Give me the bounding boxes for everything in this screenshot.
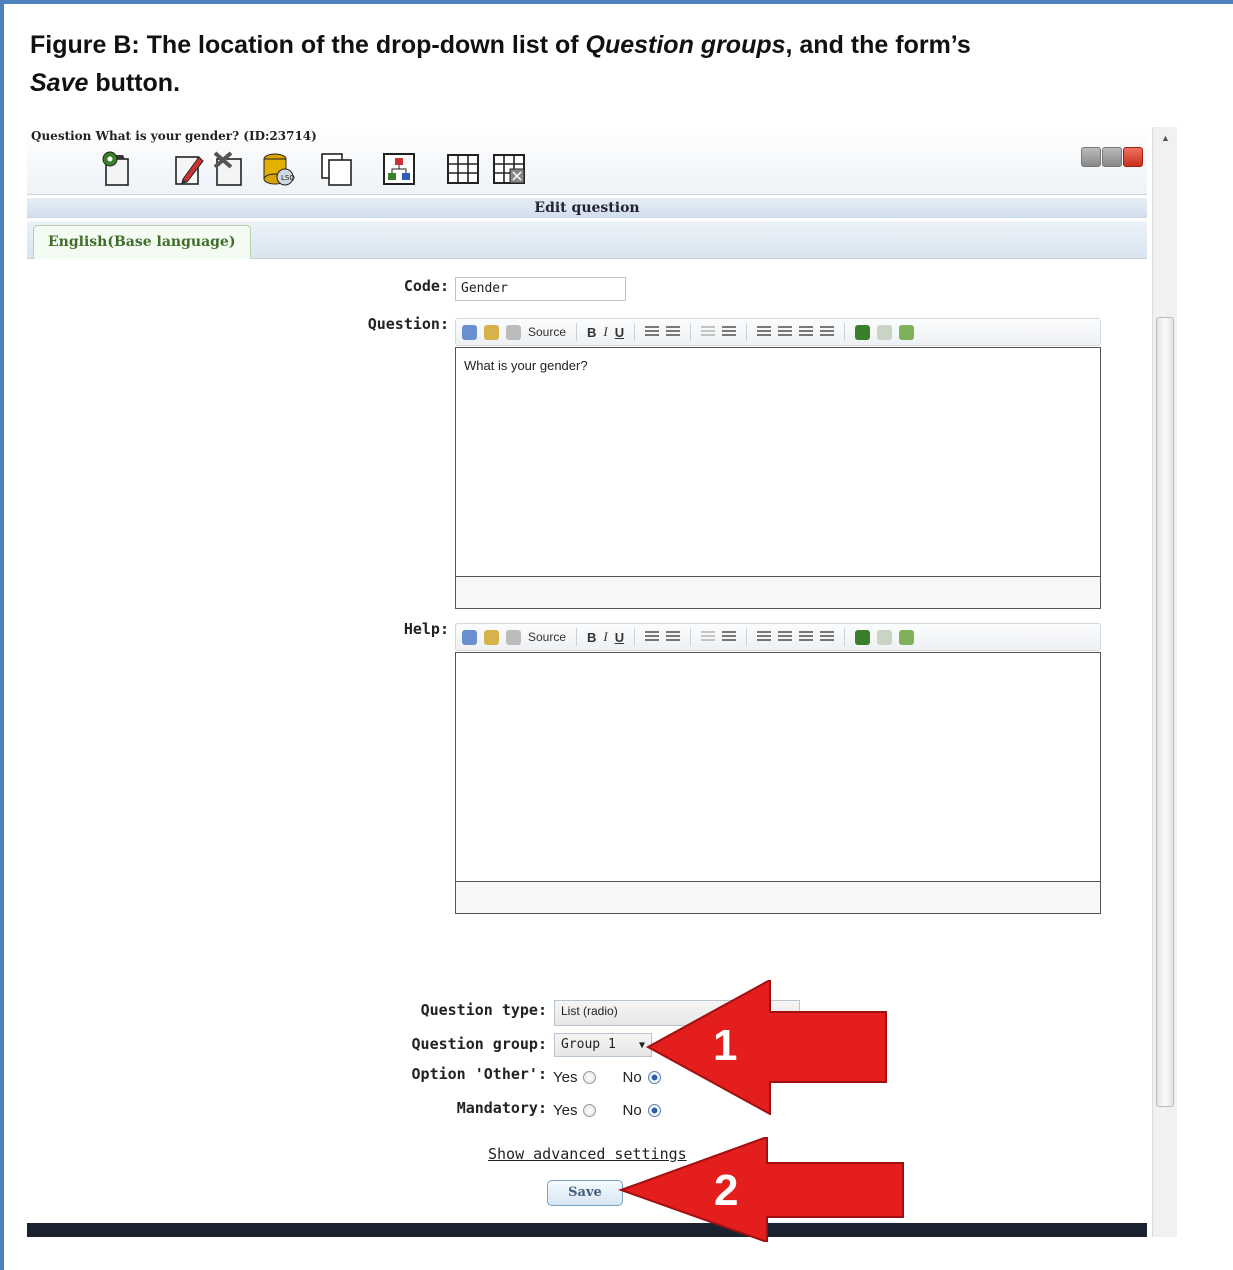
placeholder-icon[interactable]: [484, 324, 499, 340]
image-icon[interactable]: [899, 629, 915, 645]
annotation-arrow-2: 2: [618, 1137, 904, 1242]
tab-english-base-language[interactable]: English(Base language): [33, 225, 251, 259]
toolbar-separator: [844, 628, 846, 646]
image-icon[interactable]: [899, 324, 915, 340]
window-controls: [1081, 147, 1143, 167]
export-lsq-icon[interactable]: LSQ: [260, 151, 296, 187]
source-button[interactable]: Source: [528, 630, 566, 644]
code-label: Code:: [403, 277, 449, 295]
underline-button[interactable]: U: [615, 325, 624, 340]
source-button[interactable]: Source: [528, 325, 566, 339]
align-center-icon[interactable]: [778, 326, 793, 338]
mandatory-label: Mandatory:: [456, 1099, 547, 1117]
numbered-list-icon[interactable]: [645, 326, 660, 338]
toolbar-separator: [690, 628, 692, 646]
option-other-yes-label: Yes: [553, 1069, 578, 1086]
bulleted-list-icon[interactable]: [666, 326, 681, 338]
vertical-scrollbar[interactable]: ▲: [1152, 127, 1177, 1237]
question-settings-icon[interactable]: [99, 151, 135, 187]
italic-button[interactable]: I: [603, 629, 607, 645]
caption-emphasis-save: Save: [30, 69, 89, 97]
delete-icon[interactable]: [211, 151, 247, 187]
code-input[interactable]: Gender: [455, 277, 626, 301]
mandatory-yes-radio[interactable]: [583, 1104, 597, 1117]
edit-icon[interactable]: [171, 151, 207, 187]
caption-text-end: button.: [88, 69, 181, 97]
link-icon[interactable]: [855, 629, 871, 645]
taskbar: [27, 1223, 1147, 1237]
help-editor-status-bar: [455, 882, 1101, 914]
minimize-button[interactable]: [1081, 147, 1101, 167]
placeholder-icon[interactable]: [484, 629, 499, 645]
toolbar-separator: [690, 323, 692, 341]
maximize-button[interactable]: [1102, 147, 1122, 167]
toolbar-separator: [576, 323, 578, 341]
toolbar-separator: [576, 628, 578, 646]
annotation-arrow-1: 1: [645, 980, 887, 1115]
align-right-icon[interactable]: [799, 326, 814, 338]
toolbar-separator: [844, 323, 846, 341]
toolbar-separator: [634, 323, 636, 341]
screenshot: Question What is your gender? (ID:23714)…: [27, 127, 1177, 1237]
indent-icon[interactable]: [722, 326, 737, 338]
align-right-icon[interactable]: [799, 631, 814, 643]
link-icon[interactable]: [855, 324, 871, 340]
caption-text: Figure B: The location of the drop-down …: [30, 31, 586, 59]
svg-text:LSQ: LSQ: [281, 174, 295, 182]
question-editor-toolbar: Source B I U: [455, 318, 1101, 346]
caption-emphasis-question-groups: Question groups: [585, 31, 786, 59]
window-title: Question What is your gender? (ID:23714): [31, 129, 317, 143]
toolbar-separator: [634, 628, 636, 646]
toolbar-separator: [746, 628, 748, 646]
panel-title: Edit question: [27, 198, 1147, 218]
media-icon[interactable]: [462, 324, 477, 340]
question-text-editor[interactable]: What is your gender?: [455, 347, 1101, 577]
conditions-icon[interactable]: [381, 151, 417, 187]
underline-button[interactable]: U: [615, 630, 624, 645]
scrollbar-thumb[interactable]: [1156, 317, 1174, 1107]
source-icon[interactable]: [506, 629, 521, 645]
subquestion-grid-icon[interactable]: [491, 151, 527, 187]
toolbar-separator: [746, 323, 748, 341]
answer-grid-icon[interactable]: [445, 151, 481, 187]
copy-icon[interactable]: [319, 151, 355, 187]
close-button[interactable]: [1123, 147, 1143, 167]
justify-icon[interactable]: [820, 631, 835, 643]
question-label: Question:: [367, 315, 449, 333]
numbered-list-icon[interactable]: [645, 631, 660, 643]
bold-button[interactable]: B: [587, 630, 596, 645]
language-tabs: English(Base language): [27, 221, 1147, 259]
outdent-icon[interactable]: [701, 326, 716, 338]
question-header: Question What is your gender? (ID:23714)…: [27, 127, 1147, 195]
justify-icon[interactable]: [820, 326, 835, 338]
media-icon[interactable]: [462, 629, 477, 645]
caption-text-mid: , and the form’s: [785, 31, 971, 59]
arrow-1-number: 1: [713, 1021, 737, 1070]
unlink-icon[interactable]: [877, 629, 893, 645]
indent-icon[interactable]: [722, 631, 737, 643]
align-left-icon[interactable]: [757, 631, 772, 643]
figure-caption: Figure B: The location of the drop-down …: [30, 26, 1210, 102]
scroll-up-icon[interactable]: ▲: [1161, 133, 1170, 143]
outdent-icon[interactable]: [701, 631, 716, 643]
question-editor-status-bar: [455, 577, 1101, 609]
italic-button[interactable]: I: [603, 324, 607, 340]
bulleted-list-icon[interactable]: [666, 631, 681, 643]
source-icon[interactable]: [506, 324, 521, 340]
option-other-yes-radio[interactable]: [583, 1071, 597, 1084]
help-editor-toolbar: Source B I U: [455, 623, 1101, 651]
align-left-icon[interactable]: [757, 326, 772, 338]
arrow-2-number: 2: [714, 1166, 738, 1215]
align-center-icon[interactable]: [778, 631, 793, 643]
option-other-label: Option 'Other':: [411, 1065, 547, 1083]
question-group-label: Question group:: [411, 1035, 547, 1053]
unlink-icon[interactable]: [877, 324, 893, 340]
mandatory-yes-label: Yes: [553, 1102, 578, 1119]
bold-button[interactable]: B: [587, 325, 596, 340]
help-text-editor[interactable]: [455, 652, 1101, 882]
question-type-label: Question type:: [420, 1001, 547, 1019]
question-group-value: Group 1: [561, 1037, 616, 1052]
help-label: Help:: [403, 620, 449, 638]
